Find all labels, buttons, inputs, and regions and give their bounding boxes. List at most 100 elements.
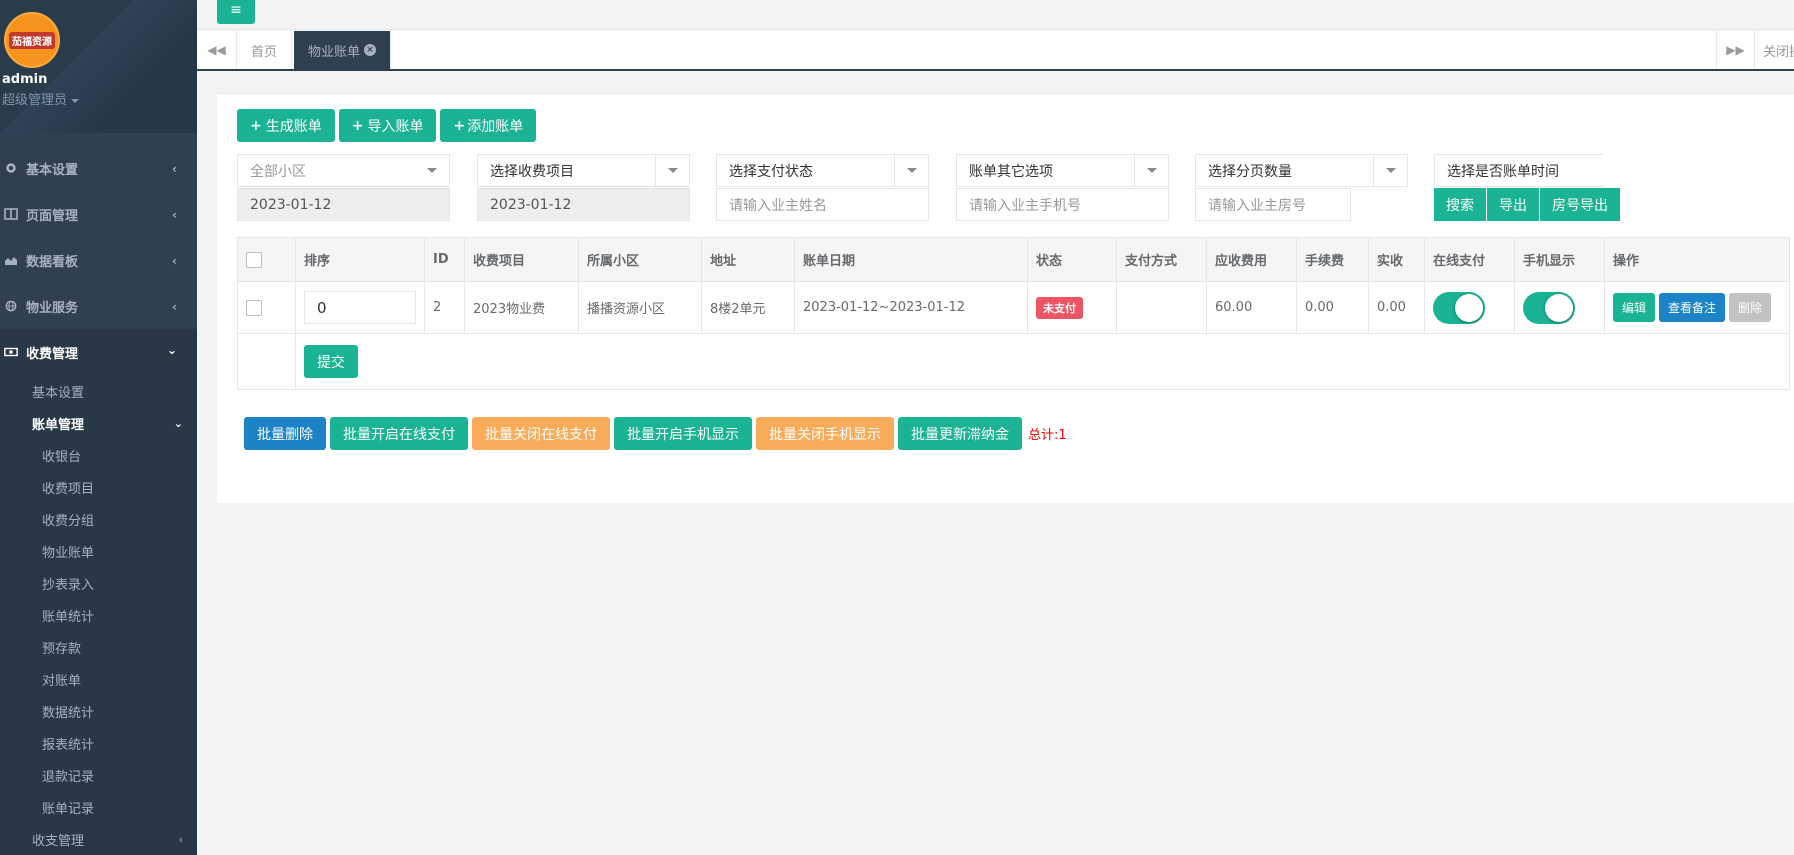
dropdown-arrow	[1373, 155, 1407, 186]
sidebar-item-charge-management[interactable]: 收费管理 ⌄	[0, 329, 197, 375]
tab-close-operations[interactable]: 关闭操作	[1754, 31, 1794, 69]
tab-home[interactable]: 首页	[237, 31, 293, 69]
view-note-button[interactable]: 查看备注	[1659, 293, 1726, 322]
community-select[interactable]: 全部小区	[237, 154, 450, 187]
submit-cell: 提交	[295, 333, 1790, 390]
header-bill-date: 账单日期	[794, 237, 1028, 282]
search-button[interactable]: 搜索	[1434, 188, 1486, 221]
sidebar-leaf-bill-stats[interactable]: 账单统计	[0, 599, 197, 631]
sidebar-item-label: 数据看板	[26, 254, 79, 270]
header-charge-item: 收费项目	[464, 237, 579, 282]
batch-delete-button[interactable]: 批量删除	[244, 417, 326, 450]
sidebar-leaf-prepaid[interactable]: 预存款	[0, 631, 197, 663]
chevron-left-icon: ‹	[172, 300, 177, 314]
sidebar-leaf-bill-records[interactable]: 账单记录	[0, 791, 197, 823]
bill-date-cell: 2023-01-12~2023-01-12	[794, 281, 1028, 334]
batch-close-online-pay-button[interactable]: 批量关闭在线支付	[472, 417, 610, 450]
sort-input[interactable]: 0	[304, 291, 416, 324]
profile-role-dropdown[interactable]: 超级管理员	[2, 89, 197, 108]
room-number-input[interactable]: 请输入业主房号	[1195, 188, 1351, 221]
logo[interactable]: 茄福资源	[4, 12, 60, 68]
sidebar-subitem-bill-management[interactable]: 账单管理 ⌄	[0, 407, 197, 439]
select-value: 账单其它选项	[969, 163, 1053, 180]
toggle-knob	[1455, 293, 1483, 322]
date-from-input[interactable]: 2023-01-12	[237, 188, 450, 221]
sidebar-leaf-report-stats[interactable]: 报表统计	[0, 727, 197, 759]
online-pay-cell	[1424, 281, 1515, 334]
mobile-show-toggle[interactable]	[1523, 291, 1575, 324]
header-status: 状态	[1027, 237, 1117, 282]
add-bill-button[interactable]: + 添加账单	[440, 109, 537, 142]
profile-area: 茄福资源 admin 超级管理员	[0, 0, 197, 133]
sidebar-leaf-statement[interactable]: 对账单	[0, 663, 197, 695]
sidebar-leaf-cashier[interactable]: 收银台	[0, 439, 197, 471]
room-export-button[interactable]: 房号导出	[1540, 188, 1620, 221]
caret-down-icon	[667, 168, 678, 173]
tab-label: 物业账单	[308, 44, 361, 60]
sidebar-leaf-refund-records[interactable]: 退款记录	[0, 759, 197, 791]
receivable-cell: 60.00	[1206, 281, 1297, 334]
button-label: 生成账单	[265, 118, 322, 135]
dropdown-arrow	[1134, 155, 1168, 186]
batch-update-late-fee-button[interactable]: 批量更新滞纳金	[898, 417, 1022, 450]
sidebar-item-data-board[interactable]: 数据看板 ‹	[0, 237, 197, 283]
sidebar-leaf-property-bills[interactable]: 物业账单	[0, 535, 197, 567]
header-select-all	[237, 237, 296, 282]
forward-icon: ▶▶	[1726, 43, 1745, 57]
sidebar-item-page-management[interactable]: 页面管理 ‹	[0, 191, 197, 237]
caret-down-icon	[1385, 168, 1396, 173]
sidebar-submenu: 基本设置 账单管理 ⌄ 收银台 收费项目 收费分组 物业账单 抄表录入 账单统计 …	[0, 375, 197, 855]
header-mobile-show: 手机显示	[1514, 237, 1605, 282]
sidebar-item-property-service[interactable]: 物业服务 ‹	[0, 283, 197, 329]
sidebar-subitem-basic-settings[interactable]: 基本设置	[0, 375, 197, 407]
pay-status-select[interactable]: 选择支付状态	[716, 154, 929, 187]
header-received: 实收	[1368, 237, 1425, 282]
close-icon[interactable]: ×	[364, 44, 377, 56]
sidebar-subitem-income-expense[interactable]: 收支管理 ‹	[0, 823, 197, 855]
charge-item-select[interactable]: 选择收费项目	[477, 154, 690, 187]
tab-property-bills[interactable]: 物业账单 ×	[294, 31, 392, 69]
sidebar-item-label: 页面管理	[26, 208, 79, 224]
tabs-scroll-left-button[interactable]: ◀◀	[197, 31, 237, 69]
online-pay-toggle[interactable]	[1433, 291, 1485, 324]
bill-time-select[interactable]: 选择是否账单时间	[1434, 154, 1604, 187]
profile-role-label: 超级管理员	[2, 93, 68, 108]
sidebar-leaf-data-stats[interactable]: 数据统计	[0, 695, 197, 727]
edit-button[interactable]: 编辑	[1613, 293, 1656, 322]
address-cell: 8楼2单元	[701, 281, 795, 334]
batch-open-mobile-show-button[interactable]: 批量开启手机显示	[614, 417, 752, 450]
hamburger-icon: ≡	[230, 2, 242, 18]
sidebar-leaf-charge-items[interactable]: 收费项目	[0, 471, 197, 503]
tabs-scroll-right-button[interactable]: ▶▶	[1716, 31, 1754, 69]
total-count: 总计:1	[1028, 428, 1067, 443]
sidebar-item-basic-settings[interactable]: 基本设置 ‹	[0, 145, 197, 191]
header-operations: 操作	[1604, 237, 1790, 282]
header-id: ID	[424, 237, 465, 282]
sidebar-item-label: 收费管理	[26, 346, 79, 362]
owner-phone-input[interactable]: 请输入业主手机号	[956, 188, 1169, 221]
export-button[interactable]: 导出	[1487, 188, 1539, 221]
other-options-select[interactable]: 账单其它选项	[956, 154, 1169, 187]
globe-icon	[5, 300, 17, 312]
date-to-input[interactable]: 2023-01-12	[477, 188, 690, 221]
chevron-left-icon: ‹	[178, 832, 183, 846]
backward-icon: ◀◀	[207, 43, 226, 57]
owner-name-input[interactable]: 请输入业主姓名	[716, 188, 929, 221]
delete-button[interactable]: 删除	[1729, 293, 1772, 322]
id-cell: 2	[424, 281, 465, 334]
columns-icon	[4, 208, 18, 220]
operations-cell: 编辑 查看备注 删除	[1604, 281, 1790, 334]
import-bill-button[interactable]: + 导入账单	[338, 109, 437, 142]
menu-toggle-button[interactable]: ≡	[217, 0, 255, 24]
sidebar-leaf-charge-groups[interactable]: 收费分组	[0, 503, 197, 535]
batch-open-online-pay-button[interactable]: 批量开启在线支付	[330, 417, 468, 450]
row-checkbox[interactable]	[246, 299, 262, 316]
page-size-select[interactable]: 选择分页数量	[1195, 154, 1408, 187]
topbar: ≡	[197, 0, 1794, 30]
batch-close-mobile-show-button[interactable]: 批量关闭手机显示	[756, 417, 894, 450]
submit-button[interactable]: 提交	[304, 345, 358, 378]
select-all-checkbox[interactable]	[246, 251, 262, 268]
plus-icon: +	[453, 117, 466, 134]
generate-bill-button[interactable]: + 生成账单	[237, 109, 335, 142]
sidebar-leaf-meter-entry[interactable]: 抄表录入	[0, 567, 197, 599]
